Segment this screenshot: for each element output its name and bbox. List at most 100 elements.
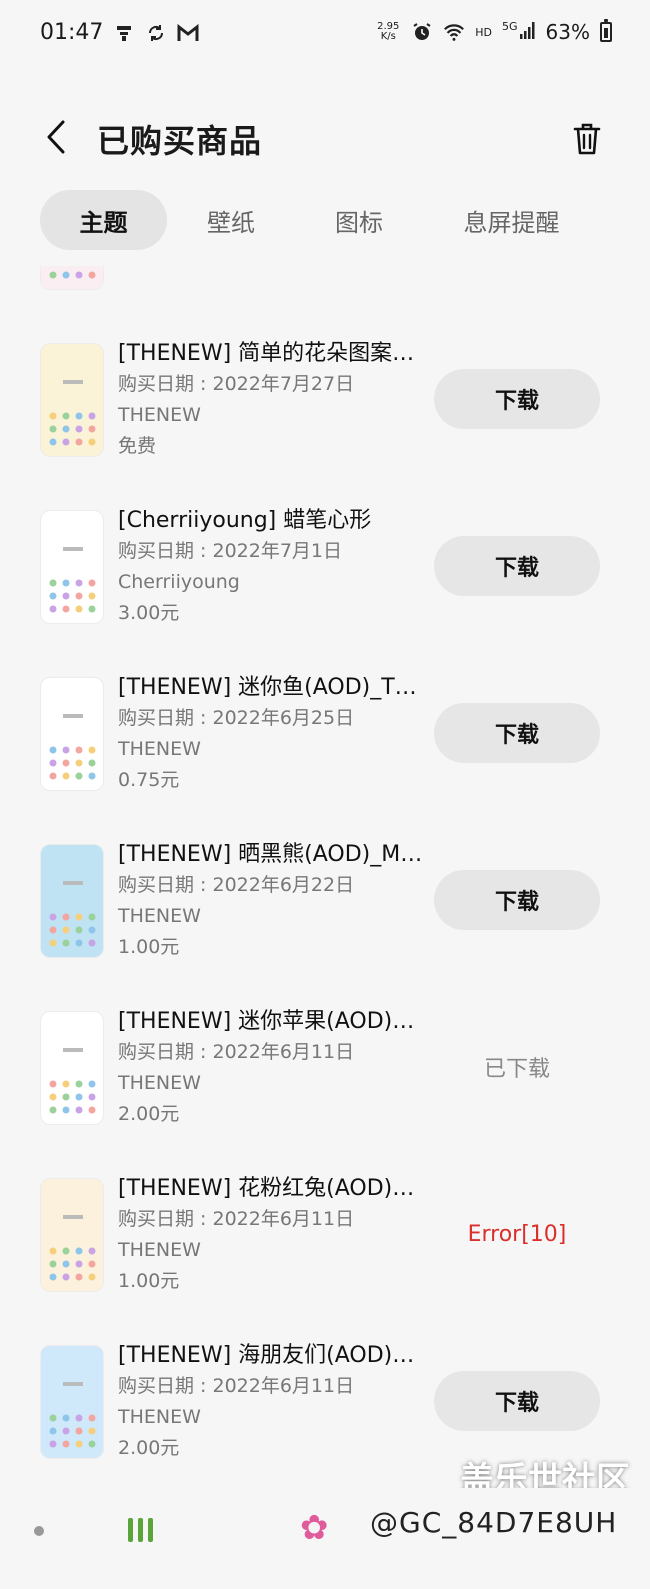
download-button[interactable]: 下载 bbox=[434, 1371, 600, 1431]
publisher-name: Cherriiyoung bbox=[118, 571, 240, 593]
back-button[interactable] bbox=[36, 114, 76, 160]
publisher-name: THENEW bbox=[118, 1239, 201, 1261]
hd-indicator: HD bbox=[475, 25, 493, 39]
purchased-list-content: [Imshine] ...Imshine免费下载 [THENEW] 简单的花朵图案… bbox=[0, 266, 650, 1488]
theme-thumbnail[interactable] bbox=[40, 343, 104, 457]
list-item[interactable]: [THENEW] 晒黑熊(AOD)_M… 购买日期 : 2022年6月22日 THE… bbox=[0, 830, 650, 997]
category-tabs: 主题 壁纸 图标 息屏提醒 bbox=[40, 190, 600, 250]
list-item[interactable]: [Cherriiyoung] 蜡笔心形 购买日期 : 2022年7月1日 Cherr… bbox=[0, 496, 650, 663]
gmail-icon bbox=[177, 22, 199, 44]
theme-thumbnail[interactable] bbox=[40, 677, 104, 791]
item-title: [THENEW] 迷你鱼(AOD)_T… bbox=[118, 675, 417, 700]
purchased-list[interactable]: [Imshine] ...Imshine免费下载 [THENEW] 简单的花朵图案… bbox=[0, 266, 650, 1488]
tab-wallpapers[interactable]: 壁纸 bbox=[167, 190, 295, 250]
list-item[interactable]: [THENEW] 迷你苹果(AOD)… 购买日期 : 2022年6月11日 THEN… bbox=[0, 997, 650, 1164]
recents-icon-bar bbox=[148, 1518, 153, 1542]
purchase-date: 购买日期 : 2022年7月1日 bbox=[118, 540, 343, 562]
item-title: [THENEW] 简单的花朵图案… bbox=[118, 341, 415, 366]
theme-preview-graphic bbox=[49, 380, 96, 446]
item-info: [THENEW] 迷你苹果(AOD)… 购买日期 : 2022年6月11日 THEN… bbox=[118, 1007, 434, 1130]
item-title: [Cherriiyoung] 蜡笔心形 bbox=[118, 508, 372, 533]
publisher-name: THENEW bbox=[118, 738, 201, 760]
download-button[interactable]: 下载 bbox=[434, 369, 600, 429]
error-status[interactable]: Error[10] bbox=[434, 1204, 600, 1264]
item-info: [THENEW] 简单的花朵图案… 购买日期 : 2022年7月27日 THENEW… bbox=[118, 339, 434, 462]
publisher-name: THENEW bbox=[118, 1072, 201, 1094]
sync-icon bbox=[145, 22, 167, 44]
theme-thumbnail[interactable] bbox=[40, 844, 104, 958]
download-button[interactable]: 下载 bbox=[434, 870, 600, 930]
item-price: 0.75元 bbox=[118, 769, 180, 791]
item-price: 1.00元 bbox=[118, 936, 180, 958]
item-price: 免费 bbox=[118, 435, 157, 457]
list-item[interactable]: [THENEW] 花粉红兔(AOD)… 购买日期 : 2022年6月11日 THEN… bbox=[0, 1164, 650, 1331]
item-info: [THENEW] 迷你鱼(AOD)_T… 购买日期 : 2022年6月25日 THE… bbox=[118, 673, 434, 796]
list-item[interactable]: [THENEW] 简单的花朵图案… 购买日期 : 2022年7月27日 THENEW… bbox=[0, 329, 650, 496]
purchase-date: 购买日期 : 2022年6月11日 bbox=[118, 1208, 355, 1230]
item-info: [THENEW] 海朋友们(AOD)… 购买日期 : 2022年6月11日 THEN… bbox=[118, 1341, 434, 1464]
item-price: 2.00元 bbox=[118, 1437, 180, 1459]
purchase-date: 购买日期 : 2022年6月25日 bbox=[118, 707, 355, 729]
trash-icon bbox=[573, 123, 601, 155]
tab-themes[interactable]: 主题 bbox=[40, 190, 167, 250]
item-info: [THENEW] 晒黑熊(AOD)_M… 购买日期 : 2022年6月22日 THE… bbox=[118, 840, 434, 963]
item-title: [THENEW] 海朋友们(AOD)… bbox=[118, 1343, 415, 1368]
status-time: 01:47 bbox=[40, 20, 104, 45]
downloaded-status: 已下载 bbox=[483, 1057, 550, 1082]
signal-icon bbox=[519, 20, 536, 44]
theme-thumbnail[interactable] bbox=[40, 1178, 104, 1292]
purchase-date: 购买日期 : 2022年6月11日 bbox=[118, 1375, 355, 1397]
theme-preview-graphic bbox=[49, 271, 96, 279]
page-title: 已购买商品 bbox=[97, 122, 263, 160]
recents-icon bbox=[128, 1518, 133, 1542]
wifi-icon bbox=[443, 21, 465, 43]
theme-preview-graphic bbox=[49, 881, 96, 947]
purchase-date: 购买日期 : 2022年6月22日 bbox=[118, 874, 355, 896]
speed-unit: K/s bbox=[380, 31, 396, 42]
item-title: [THENEW] 迷你苹果(AOD)… bbox=[118, 1009, 415, 1034]
recents-icon-bar bbox=[138, 1518, 143, 1542]
publisher-name: THENEW bbox=[118, 905, 201, 927]
purchase-date: 购买日期 : 2022年7月27日 bbox=[118, 373, 355, 395]
item-title: [THENEW] 花粉红兔(AOD)… bbox=[118, 1176, 415, 1201]
chevron-left-icon bbox=[47, 120, 65, 154]
theme-thumbnail[interactable] bbox=[40, 1011, 104, 1125]
status-bar: 01:47 2.95 K/s HD 5G 63% bbox=[0, 0, 650, 70]
tab-aod[interactable]: 息屏提醒 bbox=[423, 190, 600, 250]
nav-dot-icon[interactable] bbox=[34, 1526, 44, 1536]
publisher-name: THENEW bbox=[118, 404, 201, 426]
download-button[interactable]: 下载 bbox=[434, 536, 600, 596]
theme-preview-graphic bbox=[49, 1382, 96, 1448]
tab-icons[interactable]: 图标 bbox=[295, 190, 423, 250]
network-type: 5G bbox=[502, 20, 518, 33]
item-title: [THENEW] 晒黑熊(AOD)_M… bbox=[118, 842, 423, 867]
purchase-date: 购买日期 : 2022年6月11日 bbox=[118, 1041, 355, 1063]
app-header: 已购买商品 bbox=[0, 100, 650, 180]
list-item[interactable]: [THENEW] 迷你鱼(AOD)_T… 购买日期 : 2022年6月25日 THE… bbox=[0, 663, 650, 830]
item-info: [Cherriiyoung] 蜡笔心形 购买日期 : 2022年7月1日 Cherr… bbox=[118, 506, 434, 629]
user-tag: @GC_84D7E8UH bbox=[370, 1506, 618, 1539]
theme-thumbnail[interactable] bbox=[40, 1345, 104, 1459]
notification-icon bbox=[113, 22, 135, 44]
list-item[interactable]: [Imshine] ...Imshine免费下载 bbox=[0, 266, 650, 329]
navigation-bar: ✿ @GC_84D7E8UH bbox=[0, 1488, 650, 1589]
theme-preview-graphic bbox=[49, 1048, 96, 1114]
delete-button[interactable] bbox=[564, 116, 610, 162]
theme-preview-graphic bbox=[49, 1215, 96, 1281]
item-price: 3.00元 bbox=[118, 602, 180, 624]
item-info: [THENEW] 花粉红兔(AOD)… 购买日期 : 2022年6月11日 THEN… bbox=[118, 1174, 434, 1297]
download-button[interactable]: 下载 bbox=[434, 703, 600, 763]
publisher-name: THENEW bbox=[118, 1406, 201, 1428]
theme-preview-graphic bbox=[49, 714, 96, 780]
theme-preview-graphic bbox=[49, 547, 96, 613]
recents-button[interactable] bbox=[128, 1518, 153, 1542]
network-speed: 2.95 K/s bbox=[375, 22, 401, 42]
signal-group: 5G bbox=[502, 20, 536, 44]
battery-icon bbox=[600, 19, 612, 42]
alarm-icon bbox=[411, 21, 433, 43]
item-price: 1.00元 bbox=[118, 1270, 180, 1292]
flower-icon: ✿ bbox=[300, 1508, 329, 1548]
item-price: 2.00元 bbox=[118, 1103, 180, 1125]
theme-thumbnail[interactable] bbox=[40, 510, 104, 624]
theme-thumbnail[interactable] bbox=[40, 266, 104, 290]
